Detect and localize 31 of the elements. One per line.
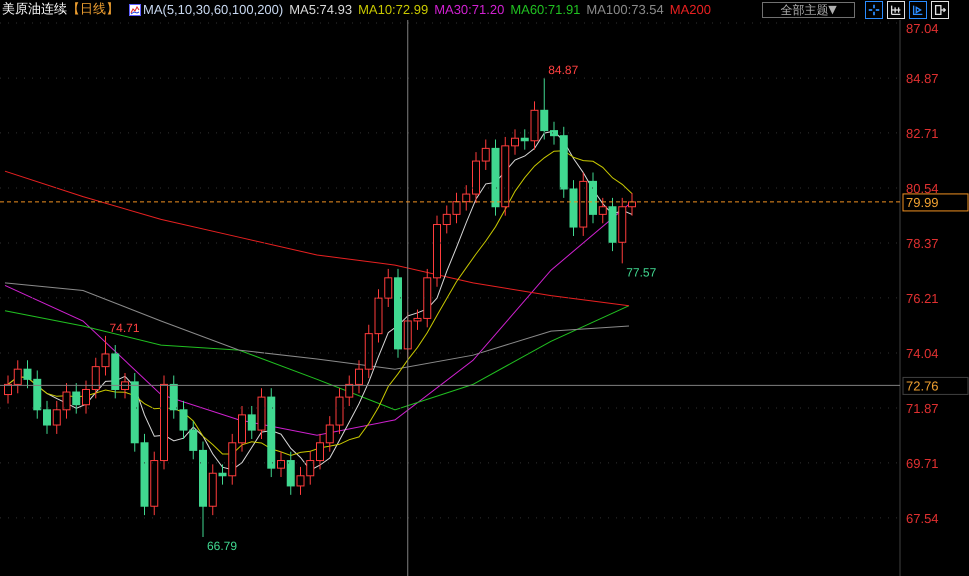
chart-title: 美原油连续 — [2, 1, 67, 20]
theme-dropdown[interactable]: 全部主题▼ — [762, 2, 855, 18]
axis-label: 82.71 — [906, 126, 939, 141]
axis-label: 74.04 — [906, 346, 939, 361]
line-chart-icon — [129, 4, 141, 16]
crosshair-price-tag: 72.76 — [902, 376, 968, 395]
ma-reading: MA100:73.54 — [586, 1, 664, 20]
axis-label: 84.87 — [906, 71, 939, 86]
axis-label: 67.54 — [906, 510, 939, 526]
axis-label: 87.04 — [906, 21, 939, 36]
ma-reading: MA60:71.91 — [510, 1, 580, 20]
play-chart-icon[interactable] — [909, 1, 927, 19]
axis-label: 69.71 — [906, 456, 939, 471]
price-label: 66.79 — [207, 538, 238, 553]
ma-reading: MA200 — [670, 1, 711, 20]
indicator-label: MA(5,10,30,60,100,200) — [143, 1, 284, 20]
ma-reading: MA10:72.99 — [358, 1, 428, 20]
crosshair-icon[interactable] — [865, 1, 883, 19]
axis-label: 80.54 — [906, 180, 939, 196]
ma-reading: MA30:71.20 — [434, 1, 504, 20]
last-price-tag: 79.99 — [902, 193, 968, 212]
axis-label: 71.87 — [906, 401, 939, 416]
price-label: 74.71 — [110, 320, 140, 335]
exit-icon[interactable] — [931, 1, 949, 19]
price-label: 77.57 — [626, 265, 656, 280]
axis-label: 76.21 — [906, 290, 939, 306]
period-label: 【日线】 — [67, 1, 119, 20]
price-label: 84.87 — [548, 63, 578, 78]
axis-label: 78.37 — [906, 236, 939, 252]
ma-reading: MA5:74.93 — [289, 1, 352, 20]
bar-chart-icon[interactable] — [887, 1, 905, 19]
